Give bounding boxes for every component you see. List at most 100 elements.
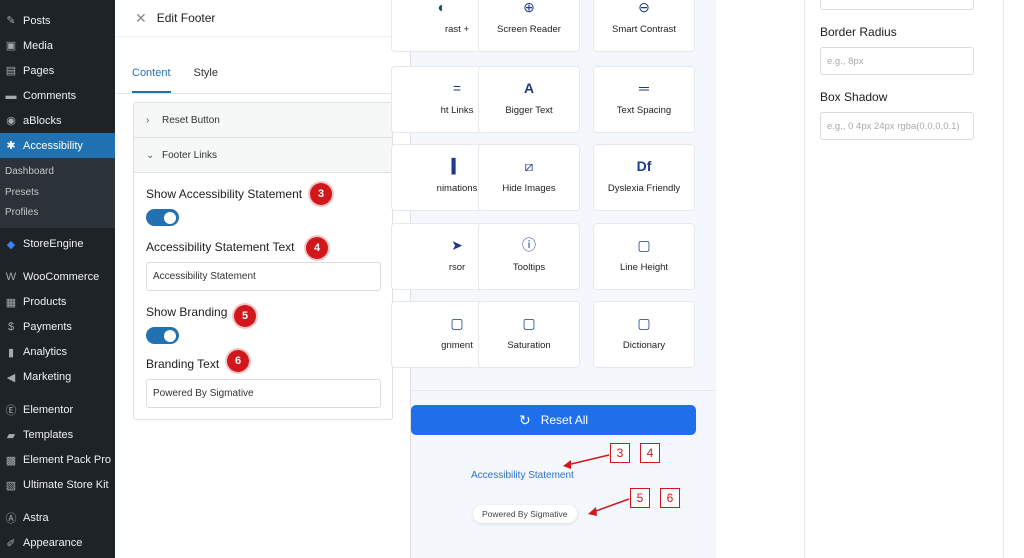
sidebar-item-accessibility[interactable]: ✱ Accessibility: [0, 133, 115, 158]
sidebar-item-label: Element Pack Pro: [23, 454, 112, 466]
arrow-head-branding: [588, 507, 597, 516]
annotation-arrows: [563, 454, 630, 516]
panel-tabs: Content Style: [115, 64, 410, 94]
sidebar-item-woocommerce[interactable]: W WooCommerce: [0, 265, 115, 290]
style-settings-inner: Border Radius e.g., 8px Box Shadow e.g.,…: [804, 0, 1004, 558]
chevron-down-icon: ⌄: [146, 149, 155, 161]
sidebar-item-appearance[interactable]: ✐ Appearance: [0, 531, 115, 556]
sidebar-item-element-pack-pro[interactable]: ▩ Element Pack Pro: [0, 448, 115, 473]
comments-icon: ▬: [5, 89, 17, 102]
sidebar-item-products[interactable]: ▦ Products: [0, 290, 115, 315]
submenu-item-dashboard[interactable]: Dashboard: [0, 162, 115, 183]
show-statement-toggle[interactable]: [146, 209, 179, 226]
panel-title: Edit Footer: [156, 11, 216, 25]
sidebar-item-marketing[interactable]: ◀ Marketing: [0, 365, 115, 390]
sidebar-item-label: Accessibility: [23, 139, 83, 152]
sidebar-item-label: Appearance: [23, 537, 83, 549]
sidebar-item-label: Posts: [23, 14, 51, 27]
panel-header: ✕ Edit Footer: [115, 0, 410, 37]
accessibility-icon: ✱: [6, 140, 16, 152]
sidebar-item-label: Comments: [23, 89, 77, 102]
annotation-box-5: 5: [630, 488, 650, 508]
sidebar-item-label: StoreEngine: [23, 238, 84, 250]
sidebar-item-storeengine[interactable]: ◆ StoreEngine: [0, 232, 115, 257]
chevron-right-icon: ›: [146, 114, 150, 126]
admin-sidebar: ✎ Posts ▣ Media ▤ Pages ▬ Comments ◉ aBlocks …: [0, 0, 115, 558]
media-icon: ▣: [5, 40, 17, 52]
sidebar-item-pages[interactable]: ▤ Pages: [0, 58, 115, 83]
sidebar-top-spacer: [0, 0, 115, 8]
sidebar-item-label: Astra: [23, 512, 49, 524]
edit-footer-panel: ✕ Edit Footer Content Style › Reset Butto…: [115, 0, 411, 558]
arrow-to-statement: [566, 454, 610, 466]
sidebar-item-comments[interactable]: ▬ Comments: [0, 83, 115, 108]
statement-text-input[interactable]: [146, 262, 381, 291]
sidebar-item-elementor[interactable]: Ⓔ Elementor: [0, 398, 115, 423]
border-radius-label: Border Radius: [820, 25, 897, 39]
templates-icon: ▰: [6, 429, 16, 442]
tab-style[interactable]: Style: [194, 64, 218, 93]
store-kit-icon: ▧: [5, 479, 17, 492]
annotation-badge-3: 3: [310, 183, 332, 205]
accordion-label: Footer Links: [162, 149, 218, 161]
sidebar-item-media[interactable]: ▣ Media: [0, 33, 115, 58]
show-statement-label: Show Accessibility Statement: [146, 187, 303, 201]
box-shadow-label: Box Shadow: [820, 90, 888, 104]
payments-icon: $: [7, 321, 15, 333]
arrow-to-branding: [592, 498, 630, 513]
woocommerce-icon: W: [5, 271, 17, 283]
annotation-badge-5: 5: [234, 305, 256, 327]
appearance-icon: ✐: [6, 537, 16, 550]
border-radius-input[interactable]: e.g., 8px: [820, 47, 974, 75]
sidebar-item-label: Payments: [23, 321, 72, 333]
top-input-cutoff[interactable]: [820, 0, 974, 10]
accordion-label: Reset Button: [162, 114, 220, 126]
show-branding-toggle[interactable]: [146, 327, 179, 344]
sidebar-item-label: Marketing: [23, 371, 72, 383]
sidebar-item-payments[interactable]: $ Payments: [0, 315, 115, 340]
branding-text-label: Branding Text: [146, 357, 220, 371]
sidebar-item-ultimate-store-kit[interactable]: ▧ Ultimate Store Kit: [0, 473, 115, 498]
settings-box: › Reset Button ⌄ Footer Links Show Accessi…: [133, 102, 393, 420]
tab-content[interactable]: Content: [132, 64, 171, 93]
arrow-head-statement: [563, 460, 571, 469]
sidebar-item-ablocks[interactable]: ◉ aBlocks: [0, 108, 115, 133]
style-settings-column: Border Radius e.g., 8px Box Shadow e.g.,…: [716, 0, 1024, 558]
annotation-box-4: 4: [640, 443, 660, 463]
accordion-footer-links[interactable]: ⌄ Footer Links: [134, 138, 392, 173]
sidebar-item-label: WooCommerce: [23, 271, 100, 283]
elementor-icon: Ⓔ: [5, 405, 17, 417]
sidebar-item-label: Elementor: [23, 404, 74, 416]
accordion-reset-button[interactable]: › Reset Button: [134, 103, 392, 138]
show-branding-label: Show Branding: [146, 305, 228, 319]
sidebar-item-templates[interactable]: ▰ Templates: [0, 423, 115, 448]
submenu-item-presets[interactable]: Presets: [0, 183, 115, 204]
widget-preview: ◐ rast + ⊕ Screen Reader ⊖ Smart Contrast =…: [391, 0, 716, 558]
sidebar-item-label: Ultimate Store Kit: [23, 479, 109, 491]
analytics-icon: ▮: [7, 346, 15, 359]
sidebar-item-astra[interactable]: Ⓐ Astra: [0, 506, 115, 531]
sidebar-item-posts[interactable]: ✎ Posts: [0, 8, 115, 33]
accessibility-submenu: Dashboard Presets Profiles: [0, 158, 115, 228]
sidebar-item-analytics[interactable]: ▮ Analytics: [0, 340, 115, 365]
sidebar-item-label: Analytics: [23, 346, 68, 358]
annotation-badge-6: 6: [227, 350, 249, 372]
sidebar-item-label: aBlocks: [23, 114, 62, 127]
ablocks-icon: ◉: [6, 115, 16, 127]
submenu-item-profiles[interactable]: Profiles: [0, 203, 115, 224]
sidebar-item-label: Pages: [23, 64, 55, 77]
pages-icon: ▤: [5, 65, 17, 77]
products-icon: ▦: [5, 296, 17, 309]
close-icon[interactable]: ✕: [135, 10, 147, 27]
storeengine-icon: ◆: [6, 238, 16, 251]
marketing-icon: ◀: [6, 371, 16, 384]
annotation-box-6: 6: [660, 488, 680, 508]
annotation-badge-4: 4: [306, 237, 328, 259]
box-shadow-input[interactable]: e.g., 0 4px 24px rgba(0,0,0,0.1): [820, 112, 974, 140]
branding-text-input[interactable]: [146, 379, 381, 408]
annotation-box-3: 3: [610, 443, 630, 463]
pin-icon: ✎: [6, 15, 16, 27]
